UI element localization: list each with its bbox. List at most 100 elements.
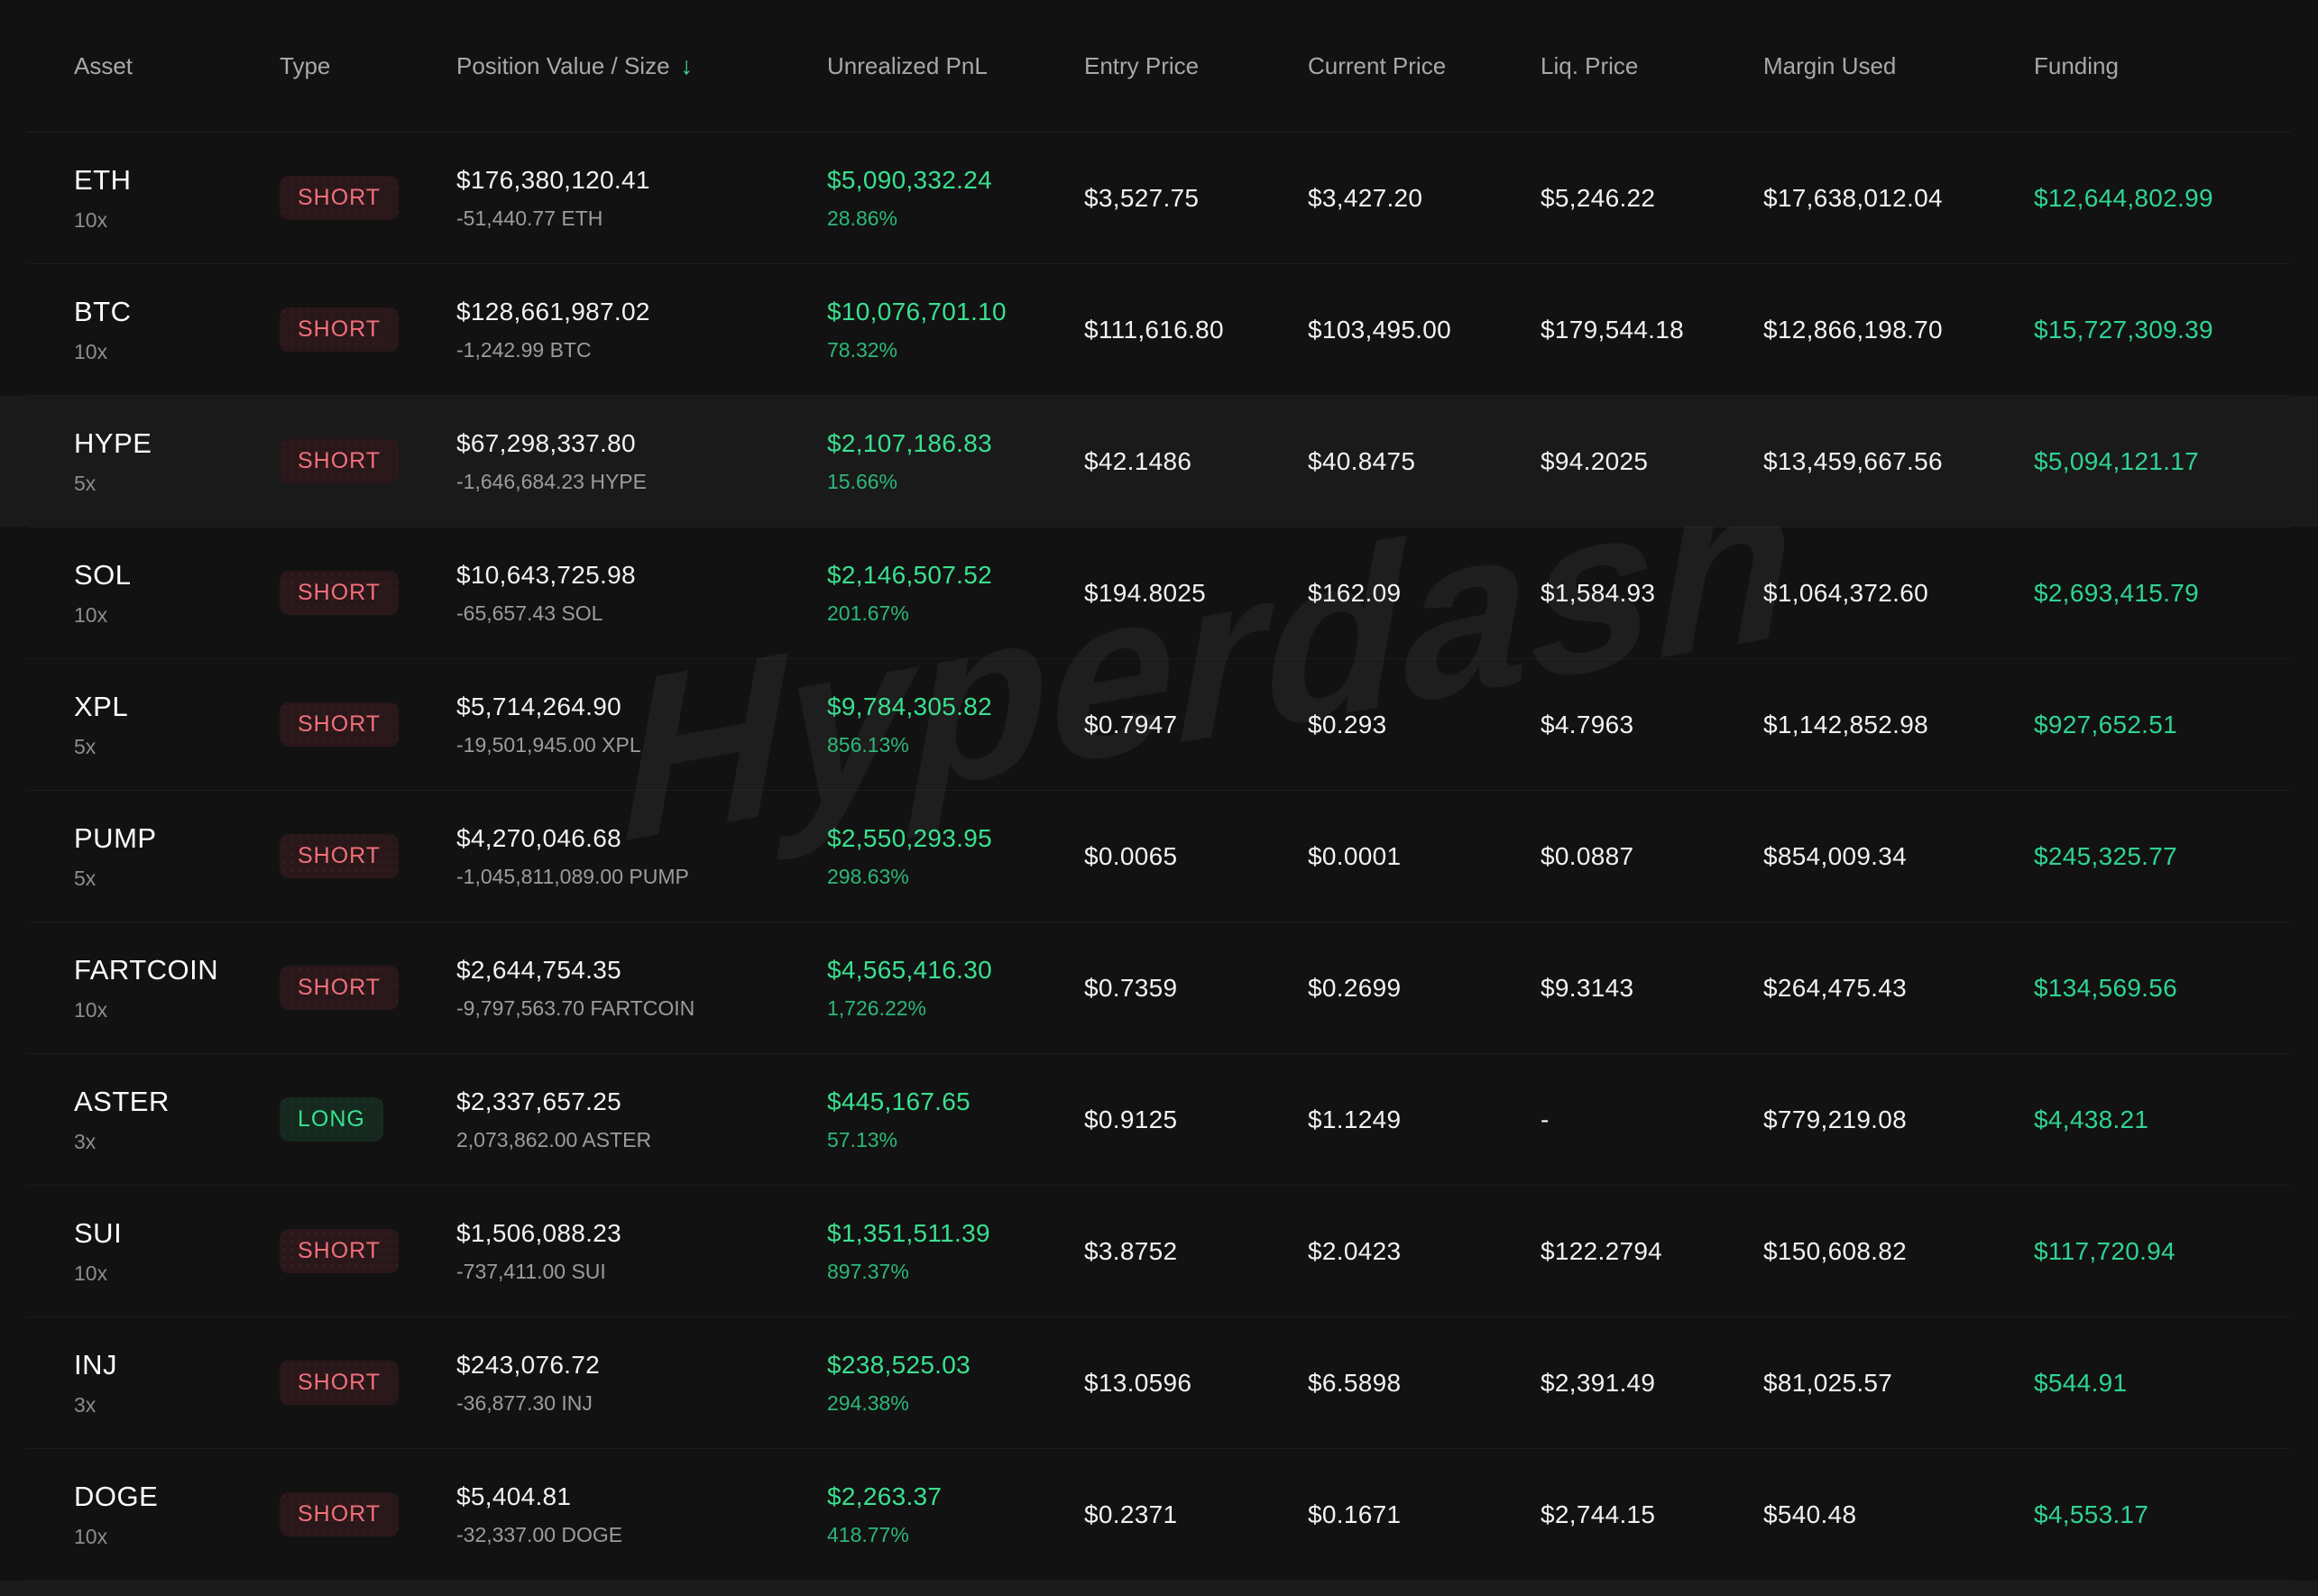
table-row[interactable]: INJ 3x SHORT $243,076.72 -36,877.30 INJ … xyxy=(27,1317,2291,1449)
funding-value: $12,644,802.99 xyxy=(2034,184,2291,213)
unrealized-pnl-cell: $10,076,701.10 78.32% xyxy=(827,298,1084,362)
column-header-type[interactable]: Type xyxy=(280,52,456,80)
unrealized-pnl-cell: $4,565,416.30 1,726.22% xyxy=(827,956,1084,1021)
position-type-badge: SHORT xyxy=(280,966,399,1010)
margin-used-cell: $1,064,372.60 xyxy=(1763,579,2034,608)
asset-name: PUMP xyxy=(74,822,280,855)
column-header-current-price[interactable]: Current Price xyxy=(1308,52,1541,80)
current-price: $3,427.20 xyxy=(1308,184,1541,213)
table-row[interactable]: XPL 5x SHORT $5,714,264.90 -19,501,945.0… xyxy=(27,659,2291,791)
unrealized-pnl-cell: $445,167.65 57.13% xyxy=(827,1087,1084,1152)
column-header-margin-used[interactable]: Margin Used xyxy=(1763,52,2034,80)
funding-cell: $12,644,802.99 xyxy=(2034,184,2291,213)
current-price: $0.0001 xyxy=(1308,842,1541,871)
column-header-asset[interactable]: Asset xyxy=(74,52,280,80)
asset-name: SUI xyxy=(74,1217,280,1250)
table-row[interactable]: SOL 10x SHORT $10,643,725.98 -65,657.43 … xyxy=(27,527,2291,659)
current-price-cell: $40.8475 xyxy=(1308,447,1541,476)
unrealized-pnl: $4,565,416.30 xyxy=(827,956,1084,985)
margin-used: $1,142,852.98 xyxy=(1763,711,2034,739)
type-cell: LONG xyxy=(280,1097,456,1142)
type-cell: SHORT xyxy=(280,307,456,352)
asset-name: FARTCOIN xyxy=(74,954,280,986)
funding-value: $117,720.94 xyxy=(2034,1237,2291,1266)
column-header-funding[interactable]: Funding xyxy=(2034,52,2291,80)
type-cell: SHORT xyxy=(280,834,456,878)
current-price-cell: $2.0423 xyxy=(1308,1237,1541,1266)
position-value-cell: $4,270,046.68 -1,045,811,089.00 PUMP xyxy=(456,824,827,889)
position-size: -1,242.99 BTC xyxy=(456,338,827,362)
liq-price: $94.2025 xyxy=(1541,447,1763,476)
margin-used: $12,866,198.70 xyxy=(1763,316,2034,344)
entry-price-cell: $0.9125 xyxy=(1084,1105,1308,1134)
pnl-percent: 57.13% xyxy=(827,1128,1084,1152)
position-type-badge: SHORT xyxy=(280,307,399,352)
leverage-label: 3x xyxy=(74,1130,280,1154)
table-row[interactable]: ETH 10x SHORT $176,380,120.41 -51,440.77… xyxy=(27,133,2291,264)
asset-cell: SUI 10x xyxy=(74,1217,280,1286)
position-size: -9,797,563.70 FARTCOIN xyxy=(456,996,827,1021)
liq-price-cell: $94.2025 xyxy=(1541,447,1763,476)
margin-used: $264,475.43 xyxy=(1763,974,2034,1003)
unrealized-pnl: $9,784,305.82 xyxy=(827,693,1084,721)
funding-cell: $117,720.94 xyxy=(2034,1237,2291,1266)
margin-used: $81,025.57 xyxy=(1763,1369,2034,1398)
funding-cell: $4,553.17 xyxy=(2034,1500,2291,1529)
margin-used: $150,608.82 xyxy=(1763,1237,2034,1266)
position-size: -737,411.00 SUI xyxy=(456,1260,827,1284)
position-value: $67,298,337.80 xyxy=(456,429,827,458)
position-type-badge: SHORT xyxy=(280,439,399,483)
position-size: 2,073,862.00 ASTER xyxy=(456,1128,827,1152)
type-cell: SHORT xyxy=(280,1229,456,1273)
position-value-cell: $176,380,120.41 -51,440.77 ETH xyxy=(456,166,827,231)
position-value-cell: $2,644,754.35 -9,797,563.70 FARTCOIN xyxy=(456,956,827,1021)
table-row[interactable]: PUMP 5x SHORT $4,270,046.68 -1,045,811,0… xyxy=(27,791,2291,922)
type-cell: SHORT xyxy=(280,1492,456,1536)
funding-value: $4,438.21 xyxy=(2034,1105,2291,1134)
margin-used-cell: $81,025.57 xyxy=(1763,1369,2034,1398)
asset-name: SOL xyxy=(74,559,280,592)
entry-price-cell: $42.1486 xyxy=(1084,447,1308,476)
position-type-badge: SHORT xyxy=(280,834,399,878)
entry-price: $194.8025 xyxy=(1084,579,1308,608)
margin-used-cell: $779,219.08 xyxy=(1763,1105,2034,1134)
pnl-percent: 418.77% xyxy=(827,1523,1084,1547)
margin-used-cell: $264,475.43 xyxy=(1763,974,2034,1003)
current-price-cell: $103,495.00 xyxy=(1308,316,1541,344)
column-header-entry-price[interactable]: Entry Price xyxy=(1084,52,1308,80)
current-price: $0.293 xyxy=(1308,711,1541,739)
liq-price-cell: $122.2794 xyxy=(1541,1237,1763,1266)
table-row[interactable]: FARTCOIN 10x SHORT $2,644,754.35 -9,797,… xyxy=(27,922,2291,1054)
margin-used-cell: $17,638,012.04 xyxy=(1763,184,2034,213)
unrealized-pnl: $1,351,511.39 xyxy=(827,1219,1084,1248)
partial-next-row xyxy=(0,1581,2318,1596)
table-row[interactable]: HYPE 5x SHORT $67,298,337.80 -1,646,684.… xyxy=(27,396,2291,527)
unrealized-pnl: $10,076,701.10 xyxy=(827,298,1084,326)
position-size: -51,440.77 ETH xyxy=(456,206,827,231)
table-row[interactable]: ASTER 3x LONG $2,337,657.25 2,073,862.00… xyxy=(27,1054,2291,1186)
table-row[interactable]: DOGE 10x SHORT $5,404.81 -32,337.00 DOGE… xyxy=(27,1449,2291,1581)
column-header-liq-price[interactable]: Liq. Price xyxy=(1541,52,1763,80)
column-header-label: Margin Used xyxy=(1763,52,1896,80)
table-row[interactable]: BTC 10x SHORT $128,661,987.02 -1,242.99 … xyxy=(27,264,2291,396)
entry-price-cell: $3.8752 xyxy=(1084,1237,1308,1266)
unrealized-pnl-cell: $2,107,186.83 15.66% xyxy=(827,429,1084,494)
asset-cell: ETH 10x xyxy=(74,164,280,233)
liq-price: $9.3143 xyxy=(1541,974,1763,1003)
leverage-label: 5x xyxy=(74,735,280,759)
current-price-cell: $3,427.20 xyxy=(1308,184,1541,213)
table-row[interactable]: SUI 10x SHORT $1,506,088.23 -737,411.00 … xyxy=(27,1186,2291,1317)
position-value-cell: $2,337,657.25 2,073,862.00 ASTER xyxy=(456,1087,827,1152)
sort-descending-icon[interactable]: ↓ xyxy=(681,54,694,78)
funding-value: $5,094,121.17 xyxy=(2034,447,2291,476)
column-header-unrealized-pnl[interactable]: Unrealized PnL xyxy=(827,52,1084,80)
asset-name: HYPE xyxy=(74,427,280,460)
current-price: $103,495.00 xyxy=(1308,316,1541,344)
asset-cell: HYPE 5x xyxy=(74,427,280,496)
type-cell: SHORT xyxy=(280,176,456,220)
entry-price: $0.7947 xyxy=(1084,711,1308,739)
funding-cell: $544.91 xyxy=(2034,1369,2291,1398)
column-header-position-value[interactable]: Position Value / Size ↓ xyxy=(456,52,827,80)
type-cell: SHORT xyxy=(280,571,456,615)
leverage-label: 5x xyxy=(74,472,280,496)
